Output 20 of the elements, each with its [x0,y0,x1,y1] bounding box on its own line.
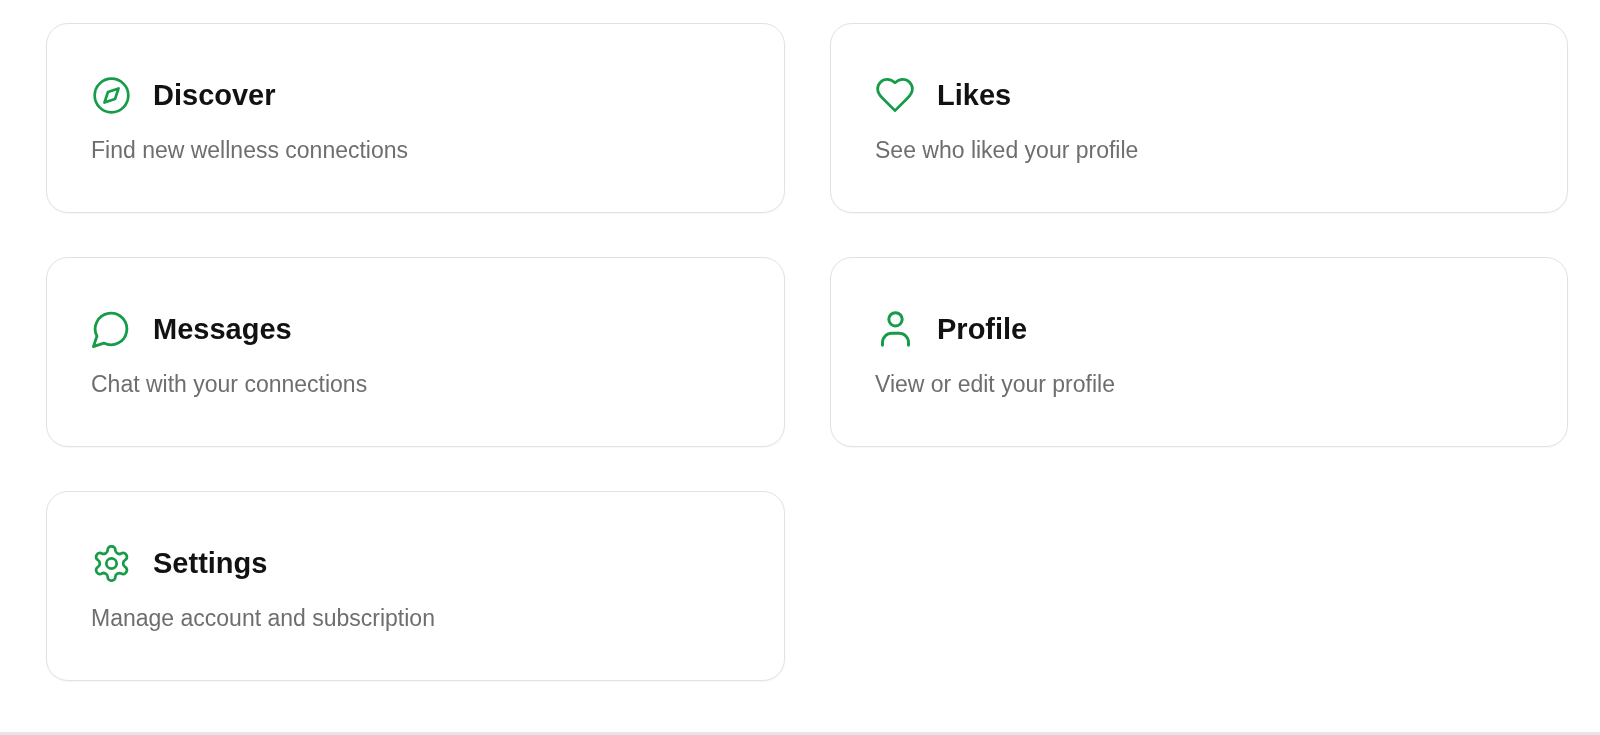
card-title: Likes [937,78,1012,113]
settings-icon [92,544,130,582]
card-description: View or edit your profile [875,370,1115,399]
card-description: See who liked your profile [875,136,1139,165]
menu-card[interactable]: Messages Chat with your connections [46,257,785,447]
card-title: Messages [153,312,292,347]
card-title: Profile [937,312,1028,347]
heart-icon [876,78,914,112]
card-description: Find new wellness connections [91,136,409,165]
person-icon [880,311,910,347]
menu-card[interactable]: Discover Find new wellness connections [46,23,785,213]
menu-card[interactable]: Likes See who liked your profile [830,23,1568,213]
compass-icon [92,76,130,114]
menu-card[interactable]: Settings Manage account and subscription [46,491,785,681]
menu-card[interactable]: Profile View or edit your profile [830,257,1568,447]
speech-bubble-icon [92,310,130,348]
card-description: Chat with your connections [91,370,368,399]
card-description: Manage account and subscription [91,604,435,633]
card-title: Settings [153,546,268,581]
card-title: Discover [153,78,276,113]
